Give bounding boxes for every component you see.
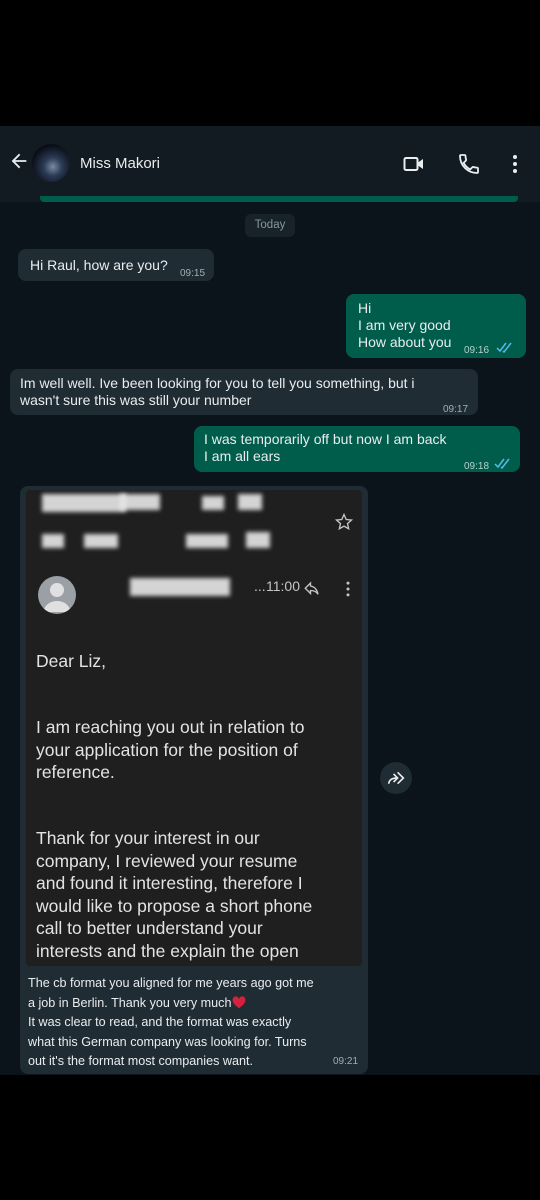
message-text: Hi Raul, how are you?: [30, 257, 168, 273]
email-paragraph: Thank for your interest in our company, …: [36, 828, 313, 961]
message-time: 09:16: [464, 345, 490, 356]
back-arrow-icon[interactable]: [8, 150, 30, 172]
sender-avatar[interactable]: [38, 576, 76, 614]
message-text: Im well well. Ive been looking for you t…: [20, 375, 415, 408]
outgoing-message[interactable]: I was temporarily off but now I am back …: [194, 426, 520, 472]
read-ticks-icon: [496, 342, 512, 353]
redacted-text: [42, 534, 64, 548]
redacted-text: [246, 532, 270, 548]
star-icon[interactable]: [334, 512, 354, 532]
message-time: 09:15: [180, 268, 206, 279]
caption-text: The cb format you aligned for me years a…: [28, 976, 314, 1010]
read-ticks-icon: [494, 458, 510, 469]
outgoing-message[interactable]: Hi I am very good How about you 09:16: [346, 294, 526, 358]
email-greeting: Dear Liz,: [36, 651, 107, 671]
phone-icon[interactable]: [457, 152, 481, 176]
message-time: 09:17: [443, 404, 469, 415]
sender-ellipsis: ...: [254, 578, 266, 594]
caption-text: It was clear to read, and the format was…: [28, 1015, 307, 1068]
redacted-text: [84, 534, 118, 548]
reply-icon[interactable]: [302, 580, 322, 598]
incoming-message[interactable]: Hi Raul, how are you? 09:15: [18, 249, 214, 281]
previous-message-edge: [40, 196, 518, 202]
redacted-text: [42, 494, 126, 512]
chat-screen: Miss Makori Today Hi Raul, how are you? …: [0, 126, 540, 1075]
message-text: I was temporarily off but now I am back …: [204, 431, 447, 464]
email-paragraph: I am reaching you out in relation to you…: [36, 717, 305, 782]
email-time: 11:00: [266, 578, 300, 594]
redacted-text: [186, 534, 228, 548]
chat-header: Miss Makori: [0, 126, 540, 202]
message-time: 09:21: [333, 1056, 359, 1067]
message-time: 09:18: [464, 461, 490, 472]
image-caption: The cb format you aligned for me years a…: [28, 974, 364, 1072]
red-heart-icon: [233, 995, 246, 1008]
redacted-text: [238, 494, 262, 510]
more-options-icon[interactable]: [503, 152, 527, 176]
incoming-message[interactable]: Im well well. Ive been looking for you t…: [10, 369, 478, 415]
top-black-bar: [0, 0, 540, 126]
contact-name[interactable]: Miss Makori: [80, 155, 160, 172]
redacted-text: [120, 494, 160, 510]
redacted-text: [202, 496, 224, 510]
redacted-sender: [130, 578, 230, 596]
message-text: Hi I am very good How about you: [358, 300, 452, 350]
avatar[interactable]: [32, 144, 70, 182]
email-more-icon[interactable]: [338, 578, 358, 600]
email-screenshot-image[interactable]: ... 11:00 Dear Liz, I am reaching you ou…: [26, 490, 362, 966]
video-call-icon[interactable]: [402, 152, 426, 176]
forward-button[interactable]: [380, 762, 412, 794]
forward-icon: [387, 771, 405, 785]
image-message[interactable]: ... 11:00 Dear Liz, I am reaching you ou…: [20, 486, 368, 1074]
bottom-black-bar: [0, 1075, 540, 1200]
date-separator: Today: [245, 214, 295, 237]
